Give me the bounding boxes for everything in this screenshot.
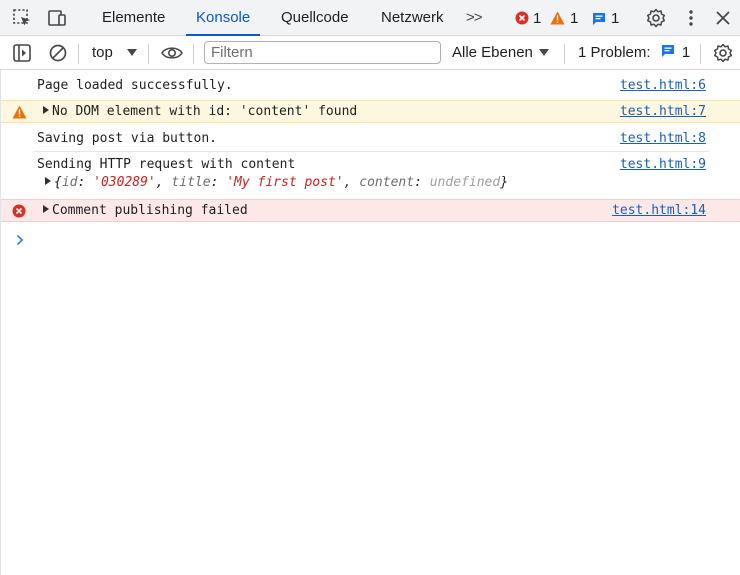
clear-console-icon[interactable] [48, 43, 68, 63]
tab-elemente[interactable]: Elemente [102, 0, 165, 36]
toolbar-divider [564, 44, 565, 64]
message-text: Saving post via button. [37, 131, 218, 146]
info-icon[interactable] [592, 12, 606, 26]
error-count[interactable]: 1 [533, 0, 541, 36]
kebab-menu-icon[interactable] [681, 8, 701, 28]
message-text: Page loaded successfully. [37, 78, 233, 93]
tab-konsole[interactable]: Konsole [185, 0, 261, 36]
console-settings-gear-icon[interactable] [713, 43, 733, 63]
warning-icon[interactable] [550, 11, 565, 25]
tab-netzwerk[interactable]: Netzwerk [381, 0, 444, 36]
chevron-right-icon [16, 234, 24, 246]
console-message-log: Page loaded successfully. test.html:6 [1, 75, 740, 97]
toolbar-divider [148, 44, 149, 64]
inspect-icon[interactable] [12, 8, 32, 28]
toolbar-divider [78, 44, 79, 64]
warning-icon [12, 105, 27, 119]
console-output: Page loaded successfully. test.html:6 No… [0, 70, 740, 575]
filter-input[interactable] [204, 41, 441, 64]
expand-triangle-icon[interactable] [45, 177, 51, 185]
close-icon[interactable] [713, 8, 733, 28]
source-link[interactable]: test.html:6 [620, 78, 706, 93]
source-link[interactable]: test.html:9 [620, 157, 706, 172]
devtools-tabbar: Elemente Konsole Quellcode Netzwerk >> 1… [0, 0, 740, 36]
message-text: Comment publishing failed [52, 203, 248, 218]
warning-count[interactable]: 1 [570, 0, 578, 36]
message-expand[interactable]: No DOM element with id: 'content' found [43, 104, 357, 119]
problems-label: 1 Problem: [578, 44, 651, 61]
source-link[interactable]: test.html:8 [620, 131, 706, 146]
info-icon [661, 45, 674, 57]
source-link[interactable]: test.html:7 [620, 104, 706, 119]
console-prompt[interactable] [15, 230, 715, 250]
message-expand[interactable]: Comment publishing failed [43, 203, 248, 218]
console-message-log: Saving post via button. test.html:8 [1, 128, 740, 150]
chevron-down-icon [539, 49, 550, 56]
problems-count: 1 [681, 44, 691, 61]
problems-button[interactable]: 1 Problem: 1 [578, 36, 690, 70]
context-value: top [92, 44, 113, 61]
more-tabs-button[interactable]: >> [466, 0, 483, 36]
console-message-log: Sending HTTP request with content test.h… [1, 154, 740, 194]
expand-triangle-icon[interactable] [43, 205, 49, 213]
tab-quellcode[interactable]: Quellcode [281, 0, 349, 36]
console-message-error: Comment publishing failed test.html:14 [1, 199, 740, 222]
chevron-down-icon [127, 49, 138, 56]
log-levels-value: Alle Ebenen [452, 44, 533, 61]
toolbar-divider [193, 44, 194, 64]
error-icon[interactable] [515, 11, 529, 25]
log-levels-select[interactable]: Alle Ebenen [452, 36, 550, 70]
toolbar-divider [700, 44, 701, 64]
gear-icon[interactable] [646, 8, 666, 28]
error-icon [12, 204, 26, 218]
console-toolbar: top Alle Ebenen 1 Problem: 1 [0, 36, 740, 70]
message-text: No DOM element with id: 'content' found [52, 104, 358, 119]
device-toggle-icon[interactable] [47, 8, 67, 28]
console-message-warning: No DOM element with id: 'content' found … [1, 100, 740, 123]
context-select[interactable]: top [92, 36, 138, 70]
object-preview[interactable]: {id: '030289', title: 'My first post', c… [45, 175, 508, 190]
message-divider [33, 151, 709, 152]
message-text: Sending HTTP request with content [37, 157, 296, 172]
eye-icon[interactable] [160, 43, 184, 63]
sidebar-toggle-icon[interactable] [12, 43, 32, 63]
source-link[interactable]: test.html:14 [612, 203, 706, 218]
expand-triangle-icon[interactable] [43, 106, 49, 114]
info-count[interactable]: 1 [611, 0, 619, 36]
